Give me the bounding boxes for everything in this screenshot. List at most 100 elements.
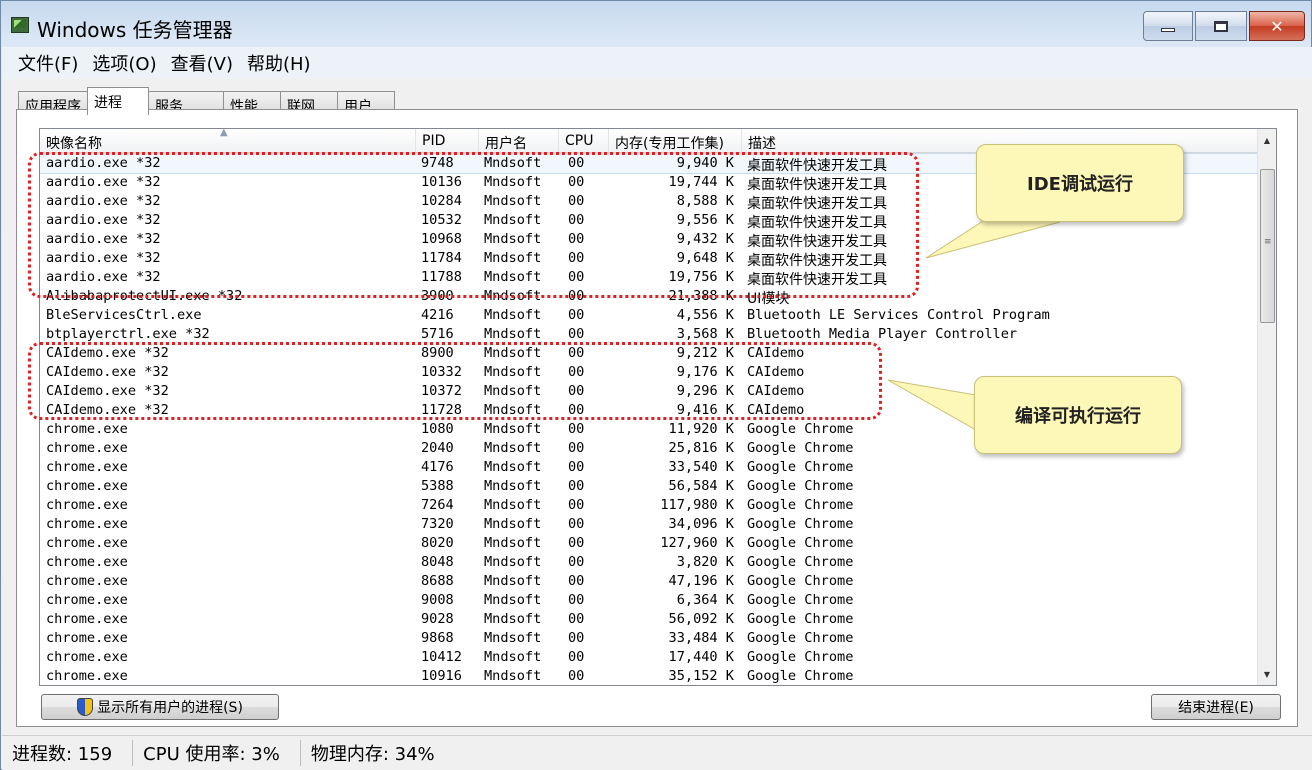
- table-row[interactable]: aardio.exe *32 11788 Mndsoft 00 19,756 K 桌面软件…: [40, 268, 1258, 288]
- table-row[interactable]: chrome.exe 8020 Mndsoft 00 127,960 K Google C…: [40, 534, 1258, 553]
- cell-user: Mndsoft: [484, 478, 542, 494]
- cell-image-name: CAIdemo.exe *32: [46, 383, 169, 399]
- cell-memory: 9,212 K: [676, 345, 734, 361]
- cell-description: Google Chrome: [747, 649, 854, 665]
- table-row[interactable]: chrome.exe 9868 Mndsoft 00 33,484 K Google Ch…: [40, 629, 1258, 648]
- cell-memory: 25,816 K: [668, 440, 734, 456]
- cell-user: Mndsoft: [484, 630, 542, 646]
- cell-cpu: 00: [568, 364, 585, 380]
- cell-cpu: 00: [568, 193, 585, 209]
- column-header-cpu[interactable]: CPU: [559, 129, 609, 153]
- cell-pid: 9868: [421, 630, 454, 646]
- table-row[interactable]: aardio.exe *32 10968 Mndsoft 00 9,432 K 桌面软件快…: [40, 230, 1258, 250]
- show-all-users-button[interactable]: 显示所有用户的进程(S): [41, 694, 279, 720]
- table-row[interactable]: chrome.exe 9008 Mndsoft 00 6,364 K Google Chr…: [40, 591, 1258, 610]
- column-header-user[interactable]: 用户名: [479, 129, 559, 153]
- scroll-down-icon[interactable]: ▼: [1258, 665, 1276, 683]
- cell-image-name: chrome.exe: [46, 649, 128, 665]
- cell-image-name: chrome.exe: [46, 440, 128, 456]
- table-row[interactable]: chrome.exe 9028 Mndsoft 00 56,092 K Google Ch…: [40, 610, 1258, 629]
- tab-processes[interactable]: 进程: [87, 87, 149, 115]
- window-title: Windows 任务管理器: [37, 18, 233, 42]
- cell-user: Mndsoft: [484, 212, 542, 228]
- table-row[interactable]: chrome.exe 5388 Mndsoft 00 56,584 K Google Ch…: [40, 477, 1258, 496]
- cell-user: Mndsoft: [484, 155, 542, 171]
- cell-image-name: aardio.exe *32: [46, 269, 161, 285]
- table-row[interactable]: chrome.exe 4176 Mndsoft 00 33,540 K Google Ch…: [40, 458, 1258, 477]
- cell-user: Mndsoft: [484, 611, 542, 627]
- cell-image-name: chrome.exe: [46, 592, 128, 608]
- close-button[interactable]: ✕: [1249, 11, 1305, 41]
- cell-user: Mndsoft: [484, 383, 542, 399]
- table-row[interactable]: AlibabaprotectUI.exe *32 3900 Mndsoft 00 21,…: [40, 287, 1258, 307]
- table-row[interactable]: chrome.exe 7264 Mndsoft 00 117,980 K Google C…: [40, 496, 1258, 515]
- table-row[interactable]: chrome.exe 8048 Mndsoft 00 3,820 K Google Chr…: [40, 553, 1258, 572]
- cell-cpu: 00: [568, 630, 585, 646]
- cell-image-name: aardio.exe *32: [46, 212, 161, 228]
- task-manager-icon: [11, 17, 29, 33]
- cell-image-name: AlibabaprotectUI.exe *32: [46, 288, 243, 304]
- status-cpu-usage: CPU 使用率: 3%: [133, 740, 301, 766]
- table-row[interactable]: chrome.exe 10412 Mndsoft 00 17,440 K Google C…: [40, 648, 1258, 667]
- table-row[interactable]: CAIdemo.exe *32 8900 Mndsoft 00 9,212 K CAIde…: [40, 344, 1258, 363]
- table-row[interactable]: BleServicesCtrl.exe 4216 Mndsoft 00 4,556 K B…: [40, 306, 1258, 325]
- column-header-pid[interactable]: PID: [416, 129, 479, 153]
- table-row[interactable]: btplayerctrl.exe *32 5716 Mndsoft 00 3,568 K…: [40, 325, 1258, 344]
- cell-pid: 4176: [421, 459, 454, 475]
- cell-cpu: 00: [568, 440, 585, 456]
- cell-user: Mndsoft: [484, 269, 542, 285]
- cell-user: Mndsoft: [484, 288, 542, 304]
- menu-file[interactable]: 文件(F): [18, 50, 78, 76]
- cell-pid: 10968: [421, 231, 462, 247]
- scroll-up-icon[interactable]: ▲: [1258, 131, 1276, 149]
- scroll-thumb[interactable]: ≡: [1260, 169, 1275, 323]
- table-row[interactable]: chrome.exe 10916 Mndsoft 00 35,152 K Google C…: [40, 667, 1258, 685]
- cell-description: 桌面软件快速开发工具: [747, 272, 887, 288]
- cell-description: Google Chrome: [747, 573, 854, 589]
- cell-image-name: CAIdemo.exe *32: [46, 364, 169, 380]
- cell-description: Google Chrome: [747, 478, 854, 494]
- uac-shield-icon: [77, 698, 94, 716]
- cell-image-name: chrome.exe: [46, 630, 128, 646]
- cell-user: Mndsoft: [484, 250, 542, 266]
- cell-pid: 1080: [421, 421, 454, 437]
- menu-view[interactable]: 查看(V): [171, 50, 233, 76]
- cell-user: Mndsoft: [484, 497, 542, 513]
- title-bar[interactable]: Windows 任务管理器 ✕: [1, 1, 1311, 45]
- cell-description: Google Chrome: [747, 497, 854, 513]
- cell-description: Google Chrome: [747, 554, 854, 570]
- cell-description: 桌面软件快速开发工具: [747, 215, 887, 231]
- cell-user: Mndsoft: [484, 345, 542, 361]
- table-row[interactable]: aardio.exe *32 11784 Mndsoft 00 9,648 K 桌面软件快…: [40, 249, 1258, 269]
- cell-user: Mndsoft: [484, 307, 542, 323]
- minimize-button[interactable]: [1143, 11, 1193, 41]
- vertical-scrollbar[interactable]: ▲ ≡ ▼: [1257, 129, 1276, 685]
- cell-description: UI模块: [747, 291, 790, 307]
- cell-pid: 10332: [421, 364, 462, 380]
- cell-memory: 6,364 K: [676, 592, 734, 608]
- cell-user: Mndsoft: [484, 592, 542, 608]
- cell-memory: 11,920 K: [668, 421, 734, 437]
- table-row[interactable]: chrome.exe 8688 Mndsoft 00 47,196 K Google Ch…: [40, 572, 1258, 591]
- column-header-name[interactable]: 映像名称 ▲: [40, 129, 416, 153]
- cell-memory: 8,588 K: [676, 193, 734, 209]
- callout-ide-debug: IDE调试运行: [976, 144, 1184, 222]
- end-process-button[interactable]: 结束进程(E): [1151, 694, 1281, 720]
- menu-options[interactable]: 选项(O): [92, 50, 156, 76]
- menu-help[interactable]: 帮助(H): [247, 50, 311, 76]
- column-header-memory[interactable]: 内存(专用工作集): [609, 129, 742, 153]
- status-physical-memory: 物理内存: 34%: [310, 744, 435, 765]
- maximize-button[interactable]: [1195, 11, 1247, 41]
- cell-memory: 9,296 K: [676, 383, 734, 399]
- cell-cpu: 00: [568, 668, 585, 684]
- table-row[interactable]: chrome.exe 7320 Mndsoft 00 34,096 K Google Ch…: [40, 515, 1258, 534]
- menu-bar: 文件(F) 选项(O) 查看(V) 帮助(H): [2, 47, 1312, 79]
- cell-image-name: CAIdemo.exe *32: [46, 345, 169, 361]
- cell-cpu: 00: [568, 573, 585, 589]
- cell-memory: 47,196 K: [668, 573, 734, 589]
- cell-cpu: 00: [568, 516, 585, 532]
- cell-cpu: 00: [568, 402, 585, 418]
- cell-user: Mndsoft: [484, 459, 542, 475]
- cell-memory: 56,092 K: [668, 611, 734, 627]
- cell-description: Google Chrome: [747, 516, 854, 532]
